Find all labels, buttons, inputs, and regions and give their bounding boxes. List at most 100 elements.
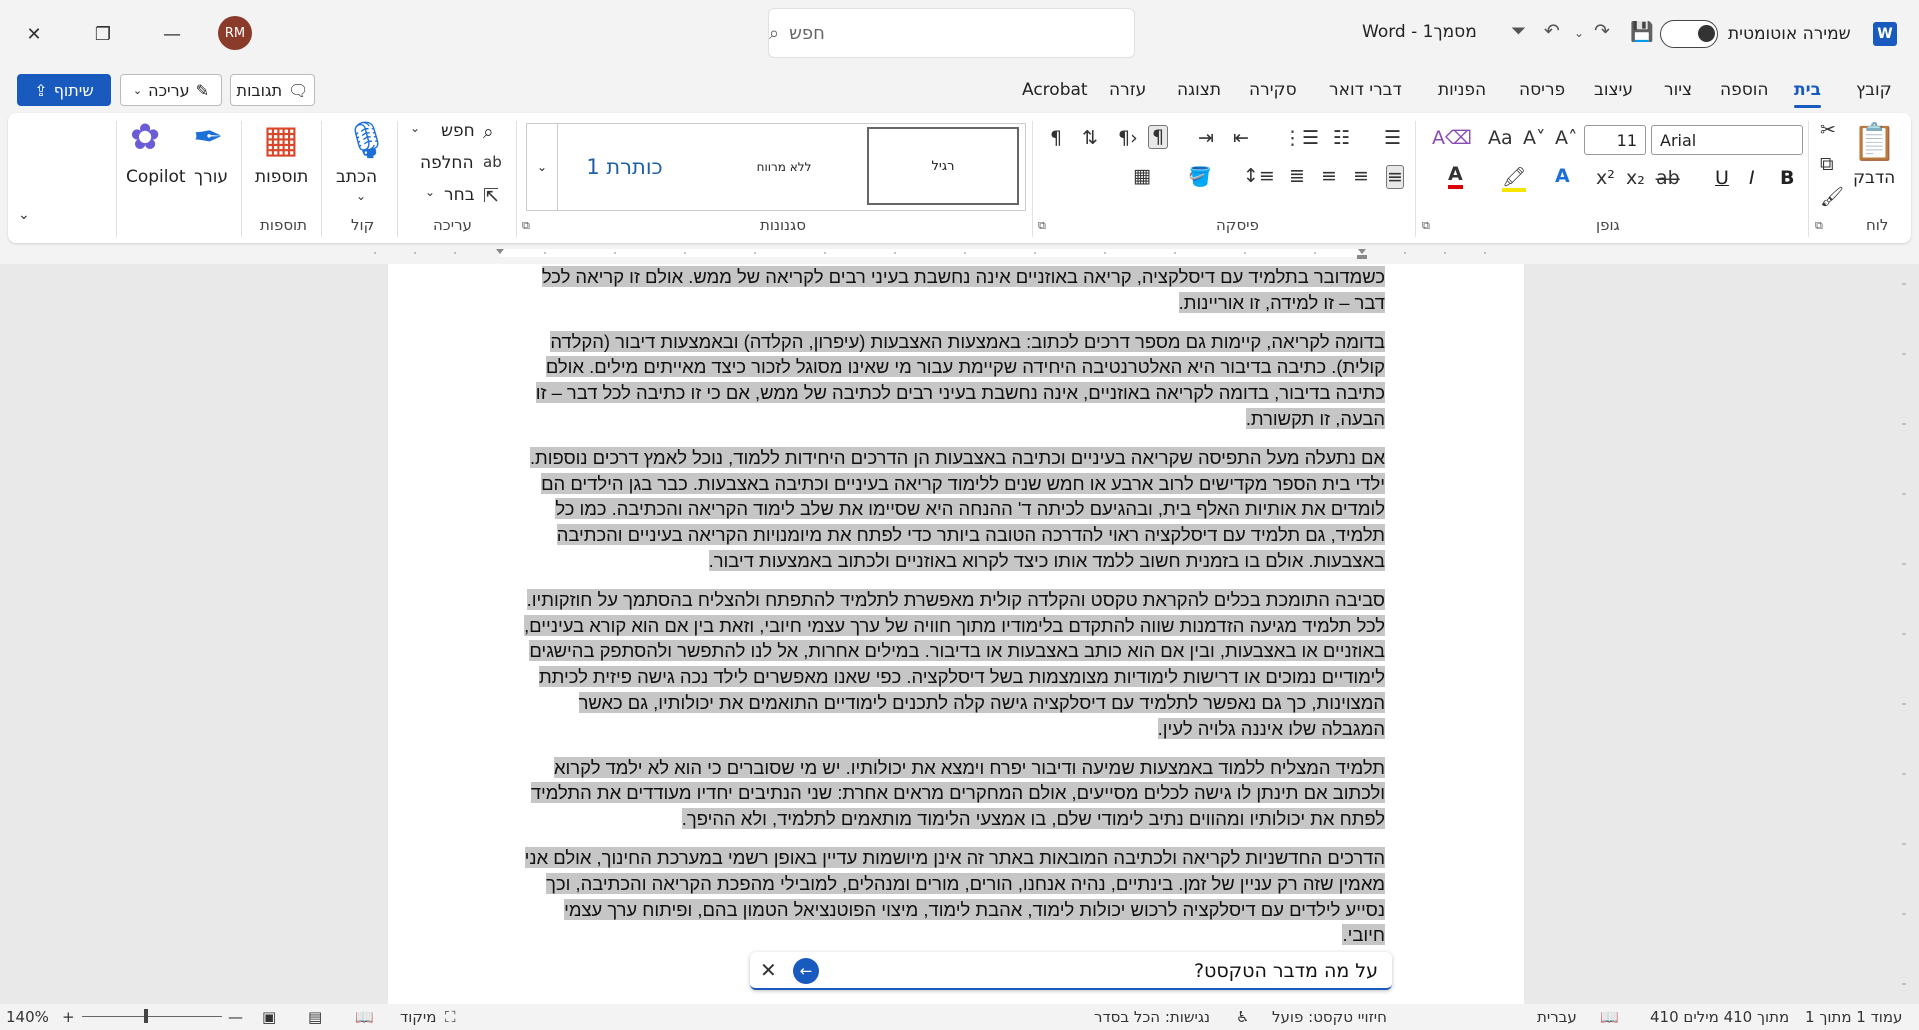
accessibility-status[interactable]: נגישות: הכל בסדר [1094,1008,1210,1026]
tab-layout[interactable]: פריסה [1519,80,1565,100]
justify-icon[interactable]: ≣ [1289,165,1305,187]
paragraph-launcher-icon[interactable]: ⧉ [1038,219,1046,233]
paragraph[interactable]: סביבה התומכת בכלים להקראת טקסט והקלדה קו… [523,587,1385,742]
undo-dropdown-icon[interactable]: ⌄ [1574,26,1584,40]
find-dropdown-icon[interactable]: ⌄ [410,121,420,135]
text-predictions[interactable]: חיזויי טקסט: פועל [1272,1008,1387,1026]
minimize-window-button[interactable]: — [152,14,192,54]
font-color-icon[interactable]: A [1448,163,1463,189]
prompt-input[interactable]: על מה מדבר הטקסט? [1194,960,1378,982]
addins-label[interactable]: תוספות [255,167,308,187]
page-indicator[interactable]: עמוד 1 מתוך 1 [1805,1008,1902,1026]
horizontal-ruler[interactable] [365,246,1500,260]
select-label[interactable]: בחר [444,185,475,205]
redo-icon[interactable]: ↷ [1594,20,1610,42]
strikethrough-icon[interactable]: a̶b̶ [1656,167,1680,189]
search-box[interactable]: חפש ⌕ [768,8,1135,58]
editor-icon[interactable]: ✒ [193,117,223,158]
bold-button[interactable]: B [1780,167,1794,189]
clear-formatting-icon[interactable]: A⌫ [1432,127,1472,149]
decrease-indent-icon[interactable]: ⇤ [1233,127,1249,149]
close-icon[interactable]: ✕ [760,958,777,982]
font-name-box[interactable]: Arial [1651,125,1803,155]
replace-label[interactable]: החלפה [420,153,474,173]
font-launcher-icon[interactable]: ⧉ [1422,219,1430,233]
addins-icon[interactable]: ▦ [263,117,299,161]
paste-icon[interactable]: 📋 [1852,121,1897,163]
close-window-button[interactable]: ✕ [14,14,54,54]
vertical-ruler[interactable] [1898,264,1910,1004]
send-arrow-icon[interactable]: ← [793,958,819,984]
copilot-label[interactable]: Copilot [126,167,186,187]
italic-button[interactable]: I [1749,167,1755,189]
paste-label[interactable]: הדבק [1853,168,1895,188]
copy-icon[interactable]: ⧉ [1820,153,1834,175]
customize-toolbar-icon[interactable]: ⏷ [1511,20,1526,42]
clipboard-launcher-icon[interactable]: ⧉ [1815,219,1823,233]
select-dropdown-icon[interactable]: ⌄ [425,185,435,199]
web-layout-icon[interactable]: ▣ [262,1008,276,1026]
avatar[interactable]: RM [218,16,252,50]
microphone-icon[interactable]: 🎙 [344,119,390,161]
align-left-icon[interactable]: ≡ [1321,165,1337,187]
autosave[interactable]: שמירה אוטומטית [1660,20,1851,48]
tab-home[interactable]: בית [1794,80,1821,108]
multilevel-list-icon[interactable]: ⋮☰ [1283,127,1319,149]
dictate-label[interactable]: הכתב [336,167,377,187]
find-icon[interactable]: ⌕ [483,121,494,143]
zoom-out-button[interactable]: — [228,1008,243,1026]
tab-mailings[interactable]: דברי דואר [1329,80,1402,100]
tab-design[interactable]: עיצוב [1594,80,1633,100]
superscript-icon[interactable]: x² [1596,167,1615,189]
pilcrow-icon[interactable]: ¶ [1050,127,1062,149]
comments-button[interactable]: תגובות 🗨 [230,74,315,106]
restore-window-button[interactable]: ❐ [83,14,123,54]
autosave-toggle[interactable] [1660,20,1718,48]
increase-indent-icon[interactable]: ⇥ [1198,127,1214,149]
replace-icon[interactable]: ab [483,153,502,171]
zoom-slider-thumb[interactable] [144,1009,148,1023]
tab-view[interactable]: תצוגה [1177,80,1221,100]
style-heading-1[interactable]: כותרת 1 [547,128,702,206]
word-count[interactable]: 410 מתוך 410 מילים [1650,1008,1789,1026]
highlight-color-icon[interactable]: 🖍 [1502,165,1527,192]
show-marks-icon[interactable]: ¶ [1148,125,1169,149]
align-right-icon[interactable]: ≡ [1386,165,1404,189]
document-page[interactable]: כשמדובר בתלמיד עם דיסלקציה, קריאה באוזני… [388,264,1524,1004]
tab-references[interactable]: הפניות [1438,80,1486,100]
zoom-in-button[interactable]: + [62,1008,75,1026]
subscript-icon[interactable]: x₂ [1626,167,1645,189]
shrink-font-icon[interactable]: A˅ [1523,127,1546,149]
ltr-direction-icon[interactable]: ¶› [1118,127,1138,149]
paragraph[interactable]: אם נתעלה מעל התפיסה שקריאה בעיניים וכתיב… [523,445,1385,574]
sort-icon[interactable]: ⇅ [1082,127,1098,149]
copilot-icon[interactable]: ✿ [130,117,160,158]
line-spacing-icon[interactable]: ↕≡ [1243,165,1275,187]
borders-icon[interactable]: ▦ [1133,165,1151,187]
document-body[interactable]: כשמדובר בתלמיד עם דיסלקציה, קריאה באוזני… [523,264,1385,961]
text-effects-icon[interactable]: A [1555,165,1570,187]
collapse-ribbon-icon[interactable]: ⌄ [18,207,30,223]
change-case-icon[interactable]: Aa [1488,127,1513,149]
align-center-icon[interactable]: ≡ [1353,165,1369,187]
read-mode-icon[interactable]: 📖 [355,1008,374,1026]
tab-file[interactable]: קובץ [1856,80,1892,100]
share-button[interactable]: ⇪ שיתוף [17,74,111,106]
save-icon[interactable]: 💾 [1630,20,1654,43]
paragraph[interactable]: הדרכים החדשניות לקריאה ולכתיבה המובאות ב… [523,845,1385,948]
paragraph[interactable]: תלמיד המצליח ללמוד באמצעות שמיעה ודיבור … [523,755,1385,832]
shading-icon[interactable]: 🪣 [1188,165,1212,188]
find-label[interactable]: חפש [441,121,475,141]
editing-mode-button[interactable]: ⌄ עריכה ✎ [120,74,222,106]
bullets-icon[interactable]: ☰ [1384,127,1401,149]
cut-icon[interactable]: ✂ [1820,119,1836,141]
paragraph[interactable]: כשמדובר בתלמיד עם דיסלקציה, קריאה באוזני… [523,264,1385,316]
focus-mode[interactable]: מיקוד [400,1008,436,1026]
grow-font-icon[interactable]: A˄ [1555,127,1578,149]
focus-icon[interactable]: ⛶ [445,1008,456,1026]
paragraph[interactable]: בדומה לקריאה, קיימות גם מספר דרכים לכתוב… [523,329,1385,432]
undo-icon[interactable]: ↶ [1544,20,1560,42]
style-no-spacing[interactable]: ללא מרווח [709,128,859,206]
font-size-box[interactable]: 11 [1584,125,1646,155]
select-icon[interactable]: ⇱ [483,185,499,207]
